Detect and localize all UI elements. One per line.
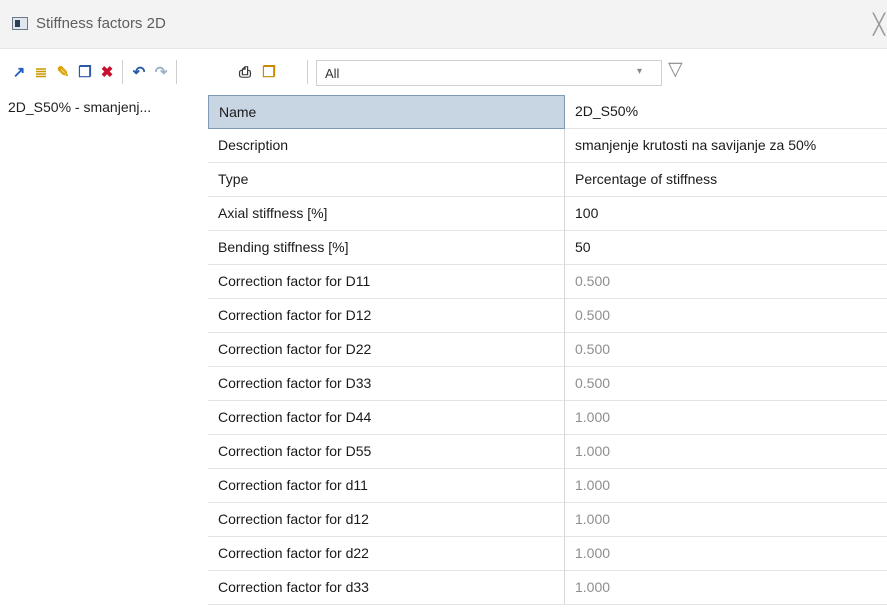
property-name: Correction factor for D44 <box>208 401 565 435</box>
property-row[interactable]: Name 2D_S50% <box>208 95 887 129</box>
property-name: Correction factor for d22 <box>208 537 565 571</box>
toolbar-separator <box>307 60 308 84</box>
property-name: Correction factor for D11 <box>208 265 565 299</box>
property-row[interactable]: Correction factor for D22 0.500 <box>208 333 887 367</box>
property-row[interactable]: Correction factor for D12 0.500 <box>208 299 887 333</box>
property-value[interactable]: smanjenje krutosti na savijanje za 50% <box>565 129 887 163</box>
property-value[interactable]: 0.500 <box>565 367 887 401</box>
property-row[interactable]: Type Percentage of stiffness <box>208 163 887 197</box>
toolbar-separator <box>122 60 123 84</box>
property-value[interactable]: 1.000 <box>565 435 887 469</box>
insert-icon[interactable]: ≣ <box>32 64 50 82</box>
close-icon[interactable]: ╳ <box>873 12 885 37</box>
property-name: Correction factor for D33 <box>208 367 565 401</box>
filter-dropdown[interactable]: All ▾ <box>316 60 662 86</box>
window-title: Stiffness factors 2D <box>36 15 166 32</box>
property-name: Name <box>208 95 565 129</box>
property-value[interactable]: 2D_S50% <box>565 95 887 129</box>
property-row[interactable]: Axial stiffness [%] 100 <box>208 197 887 231</box>
property-row[interactable]: Correction factor for D55 1.000 <box>208 435 887 469</box>
property-row[interactable]: Correction factor for d12 1.000 <box>208 503 887 537</box>
property-name: Type <box>208 163 565 197</box>
property-name: Axial stiffness [%] <box>208 197 565 231</box>
property-name: Correction factor for D55 <box>208 435 565 469</box>
property-value[interactable]: Percentage of stiffness <box>565 163 887 197</box>
property-value[interactable]: 1.000 <box>565 401 887 435</box>
undo-icon[interactable]: ↶ <box>130 64 148 82</box>
property-row[interactable]: Correction factor for D11 0.500 <box>208 265 887 299</box>
property-row[interactable]: Correction factor for D44 1.000 <box>208 401 887 435</box>
property-value[interactable]: 1.000 <box>565 503 887 537</box>
filter-icon[interactable]: ▽ <box>668 58 683 81</box>
filter-selected-value: All <box>325 66 340 81</box>
property-name: Correction factor for d11 <box>208 469 565 503</box>
open-icon[interactable]: ❐ <box>260 64 278 82</box>
window-icon <box>12 17 28 30</box>
property-name: Correction factor for D12 <box>208 299 565 333</box>
delete-icon[interactable]: ✖ <box>98 64 116 82</box>
property-value[interactable]: 1.000 <box>565 537 887 571</box>
property-row[interactable]: Correction factor for D33 0.500 <box>208 367 887 401</box>
property-row[interactable]: Bending stiffness [%] 50 <box>208 231 887 265</box>
property-grid: Name 2D_S50% Description smanjenje krutosti… <box>208 95 887 615</box>
property-value[interactable]: 1.000 <box>565 571 887 605</box>
property-value[interactable]: 1.000 <box>565 469 887 503</box>
item-list: 2D_S50% - smanjenj... <box>0 95 208 615</box>
new-icon[interactable]: ↗ <box>10 64 28 82</box>
list-item[interactable]: 2D_S50% - smanjenj... <box>8 99 151 115</box>
property-value[interactable]: 0.500 <box>565 265 887 299</box>
title-bar: Stiffness factors 2D ╳ <box>0 0 887 49</box>
property-value[interactable]: 50 <box>565 231 887 265</box>
property-value[interactable]: 0.500 <box>565 299 887 333</box>
property-name: Bending stiffness [%] <box>208 231 565 265</box>
property-row[interactable]: Correction factor for d11 1.000 <box>208 469 887 503</box>
chevron-down-icon: ▾ <box>637 66 643 77</box>
redo-icon[interactable]: ↷ <box>152 64 170 82</box>
property-name: Correction factor for d33 <box>208 571 565 605</box>
property-row[interactable]: Correction factor for d22 1.000 <box>208 537 887 571</box>
property-name: Description <box>208 129 565 163</box>
property-name: Correction factor for D22 <box>208 333 565 367</box>
property-name: Correction factor for d12 <box>208 503 565 537</box>
property-value[interactable]: 100 <box>565 197 887 231</box>
edit-icon[interactable]: ✎ <box>54 64 72 82</box>
property-value[interactable]: 0.500 <box>565 333 887 367</box>
print-icon[interactable]: ⎙ <box>236 64 254 82</box>
property-row[interactable]: Correction factor for d33 1.000 <box>208 571 887 605</box>
copy-icon[interactable]: ❐ <box>76 64 94 82</box>
property-row[interactable]: Description smanjenje krutosti na savijan… <box>208 129 887 163</box>
toolbar-separator <box>176 60 177 84</box>
